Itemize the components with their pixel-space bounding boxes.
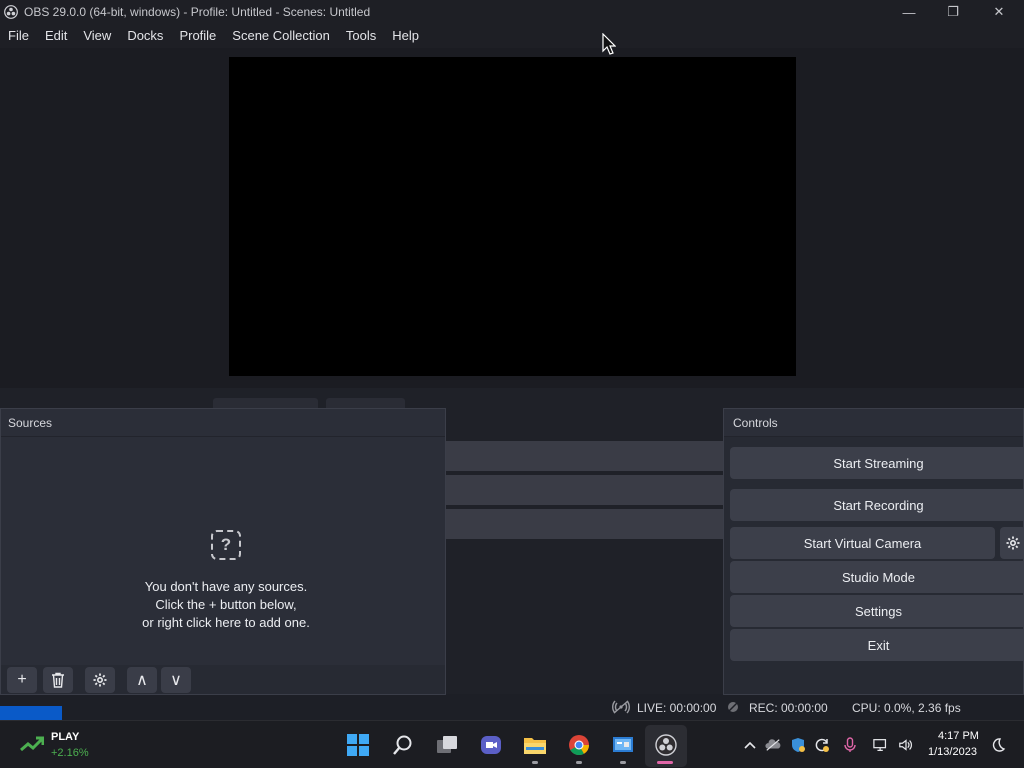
- running-indicator: [532, 761, 538, 764]
- running-indicator: [620, 761, 626, 764]
- chevron-down-icon: ∨: [170, 672, 182, 689]
- microphone-icon[interactable]: [842, 737, 858, 753]
- sources-dock: Sources ? You don't have any sources. Cl…: [0, 408, 446, 695]
- stock-chart-icon: [20, 736, 44, 752]
- controls-dock-title: Controls: [724, 409, 1023, 437]
- task-view-button[interactable]: [435, 733, 459, 757]
- question-mark-icon: ?: [211, 530, 241, 560]
- control-panel-button[interactable]: [611, 733, 635, 757]
- restore-icon: ❐: [947, 4, 959, 19]
- chevron-up-icon: ∧: [136, 672, 148, 689]
- settings-button[interactable]: Settings: [730, 595, 1024, 627]
- studio-mode-button[interactable]: Studio Mode: [730, 561, 1024, 593]
- chevron-up-icon[interactable]: [742, 737, 758, 753]
- network-icon[interactable]: [873, 737, 889, 753]
- menu-docks[interactable]: Docks: [119, 25, 171, 47]
- hidden-mixer-row: [446, 475, 724, 505]
- search-button[interactable]: [391, 733, 415, 757]
- sources-list[interactable]: ? You don't have any sources. Click the …: [1, 437, 445, 665]
- move-source-down-button[interactable]: ∨: [161, 667, 191, 693]
- menu-scene-collection[interactable]: Scene Collection: [224, 25, 338, 47]
- menu-edit[interactable]: Edit: [37, 25, 75, 47]
- mouse-cursor-icon: [602, 33, 616, 55]
- virtual-camera-config-button[interactable]: [1000, 527, 1024, 559]
- taskbar: PLAY +2.16% 4:17 PM 1/13/2023: [0, 720, 1024, 768]
- stock-widget-change: +2.16%: [51, 747, 89, 759]
- active-app-indicator: [657, 761, 673, 764]
- clock-time[interactable]: 4:17 PM: [938, 730, 979, 742]
- rec-indicator-icon: [727, 701, 739, 713]
- hidden-mixer-row: [446, 441, 724, 471]
- gear-icon: [93, 673, 107, 687]
- preview-canvas[interactable]: [229, 57, 796, 376]
- folder-icon: [524, 738, 546, 754]
- menu-file[interactable]: File: [0, 25, 37, 47]
- rec-status: REC: 00:00:00: [749, 701, 828, 715]
- task-view-icon: [437, 736, 457, 753]
- status-bar: LIVE: 00:00:00 REC: 00:00:00 CPU: 0.0%, …: [0, 696, 1024, 720]
- minimize-button[interactable]: —: [886, 0, 932, 24]
- sources-toolbar: + ∧ ∨: [1, 665, 445, 695]
- title-bar: OBS 29.0.0 (64-bit, windows) - Profile: …: [0, 0, 1024, 24]
- focus-moon-icon[interactable]: [990, 737, 1006, 753]
- onedrive-icon[interactable]: [765, 737, 781, 753]
- obs-logo-icon: [655, 734, 677, 756]
- add-source-button[interactable]: +: [7, 667, 37, 693]
- search-icon: [393, 735, 412, 755]
- close-button[interactable]: ✕: [976, 0, 1022, 24]
- empty-sources-text: You don't have any sources.: [144, 579, 308, 594]
- empty-sources-text: or right click here to add one.: [142, 615, 310, 630]
- obs-logo-icon: [4, 5, 18, 19]
- move-source-up-button[interactable]: ∧: [127, 667, 157, 693]
- sync-icon[interactable]: [814, 737, 830, 753]
- obs-taskbar-button[interactable]: [645, 725, 687, 767]
- plus-icon: +: [17, 671, 27, 688]
- start-streaming-button[interactable]: Start Streaming: [730, 447, 1024, 479]
- menu-bar: File Edit View Docks Profile Scene Colle…: [0, 24, 1024, 48]
- sources-dock-title: Sources: [1, 409, 445, 437]
- gear-icon: [1006, 536, 1020, 550]
- accent-strip: [0, 706, 62, 720]
- start-virtual-camera-button[interactable]: Start Virtual Camera: [730, 527, 995, 559]
- restore-button[interactable]: ❐: [930, 0, 976, 24]
- hidden-mixer-row: [446, 509, 724, 539]
- live-status: LIVE: 00:00:00: [637, 701, 717, 715]
- source-properties-button[interactable]: [85, 667, 115, 693]
- menu-tools[interactable]: Tools: [338, 25, 384, 47]
- stock-widget-label[interactable]: PLAY: [51, 731, 79, 743]
- menu-view[interactable]: View: [75, 25, 119, 47]
- live-signal-icon: [612, 700, 630, 714]
- start-recording-button[interactable]: Start Recording: [730, 489, 1024, 521]
- start-button[interactable]: [346, 733, 370, 757]
- empty-sources-text: Click the + button below,: [155, 597, 297, 612]
- cpu-status: CPU: 0.0%, 2.36 fps: [852, 701, 961, 715]
- controls-dock: Controls Start Streaming Start Recording…: [723, 408, 1024, 695]
- exit-button[interactable]: Exit: [730, 629, 1024, 661]
- running-indicator: [576, 761, 582, 764]
- file-explorer-button[interactable]: [523, 733, 547, 757]
- teams-chat-button[interactable]: [479, 733, 503, 757]
- menu-help[interactable]: Help: [384, 25, 427, 47]
- window-title: OBS 29.0.0 (64-bit, windows) - Profile: …: [24, 5, 371, 19]
- chrome-icon: [569, 735, 590, 756]
- chrome-button[interactable]: [567, 733, 591, 757]
- minimize-icon: —: [902, 4, 916, 20]
- windows-start-icon: [347, 734, 369, 756]
- video-chat-icon: [481, 736, 501, 754]
- close-icon: ✕: [993, 4, 1005, 19]
- remove-source-button[interactable]: [43, 667, 73, 693]
- trash-icon: [52, 672, 64, 688]
- control-panel-icon: [613, 737, 633, 752]
- volume-icon[interactable]: [898, 737, 914, 753]
- clock-date[interactable]: 1/13/2023: [928, 746, 977, 758]
- security-shield-icon[interactable]: [790, 737, 806, 753]
- menu-profile[interactable]: Profile: [171, 25, 224, 47]
